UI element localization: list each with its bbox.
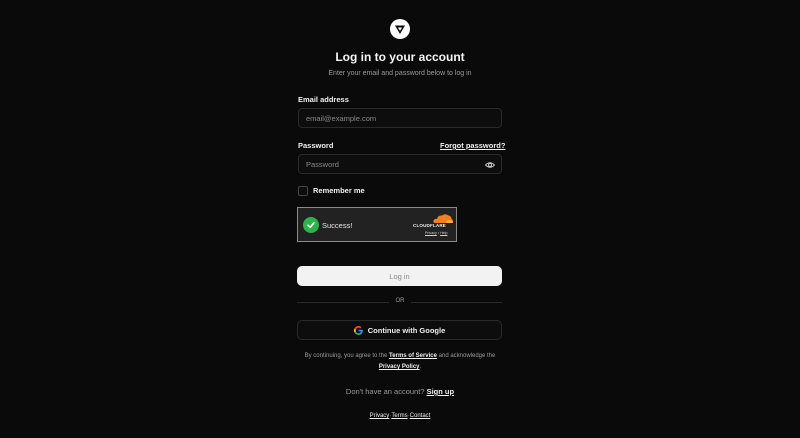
cloudflare-link-separator: • bbox=[437, 231, 440, 235]
email-field[interactable]: email@example.com bbox=[298, 108, 502, 128]
password-label: Password bbox=[298, 141, 334, 150]
forgot-password-link[interactable]: Forgot password? bbox=[440, 141, 505, 150]
footer-links: Privacy·Terms·Contact bbox=[0, 413, 800, 419]
triangle-logo-icon bbox=[390, 19, 410, 39]
email-label: Email address bbox=[298, 95, 349, 104]
footer-privacy-link[interactable]: Privacy bbox=[370, 413, 390, 419]
or-separator: OR bbox=[389, 298, 411, 304]
footer-contact-link[interactable]: Contact bbox=[410, 413, 431, 419]
google-icon bbox=[353, 325, 363, 335]
check-circle-icon bbox=[303, 217, 319, 233]
signup-prompt-text: Don't have an account? bbox=[345, 387, 425, 396]
eye-icon[interactable] bbox=[485, 160, 495, 170]
password-field[interactable]: Password bbox=[298, 154, 502, 174]
google-button-label: Continue with Google bbox=[367, 325, 446, 335]
cloudflare-help-link[interactable]: Help bbox=[440, 231, 447, 235]
login-page: Log in to your account Enter your email … bbox=[0, 0, 800, 438]
legal-middle: and acknowledge the bbox=[438, 353, 496, 359]
legal-prefix: By continuing, you agree to the bbox=[304, 353, 388, 359]
legal-text-line2: Privacy Policy. bbox=[0, 364, 800, 370]
login-button[interactable]: Log in bbox=[297, 266, 502, 286]
continue-with-google-button[interactable]: Continue with Google bbox=[297, 320, 502, 340]
cloudflare-links: Privacy • Help bbox=[425, 231, 447, 235]
cloudflare-privacy-link[interactable]: Privacy bbox=[425, 231, 437, 235]
cloudflare-wordmark: CLOUDFLARE bbox=[413, 223, 446, 228]
page-subtitle: Enter your email and password below to l… bbox=[328, 70, 472, 77]
legal-text: By continuing, you agree to the Terms of… bbox=[0, 353, 800, 359]
signup-prompt: Don't have an account? Sign up bbox=[0, 387, 800, 396]
email-placeholder: email@example.com bbox=[306, 113, 377, 123]
privacy-policy-link[interactable]: Privacy Policy bbox=[379, 364, 420, 370]
sign-up-link[interactable]: Sign up bbox=[427, 387, 455, 396]
remember-me-checkbox[interactable] bbox=[298, 186, 308, 196]
remember-me-label[interactable]: Remember me bbox=[313, 186, 365, 195]
footer-terms-link[interactable]: Terms bbox=[391, 413, 407, 419]
captcha-status-text: Success! bbox=[322, 221, 353, 230]
legal-suffix: . bbox=[419, 364, 422, 370]
password-placeholder: Password bbox=[306, 159, 339, 169]
terms-of-service-link[interactable]: Terms of Service bbox=[389, 353, 437, 359]
page-title: Log in to your account bbox=[335, 50, 465, 64]
